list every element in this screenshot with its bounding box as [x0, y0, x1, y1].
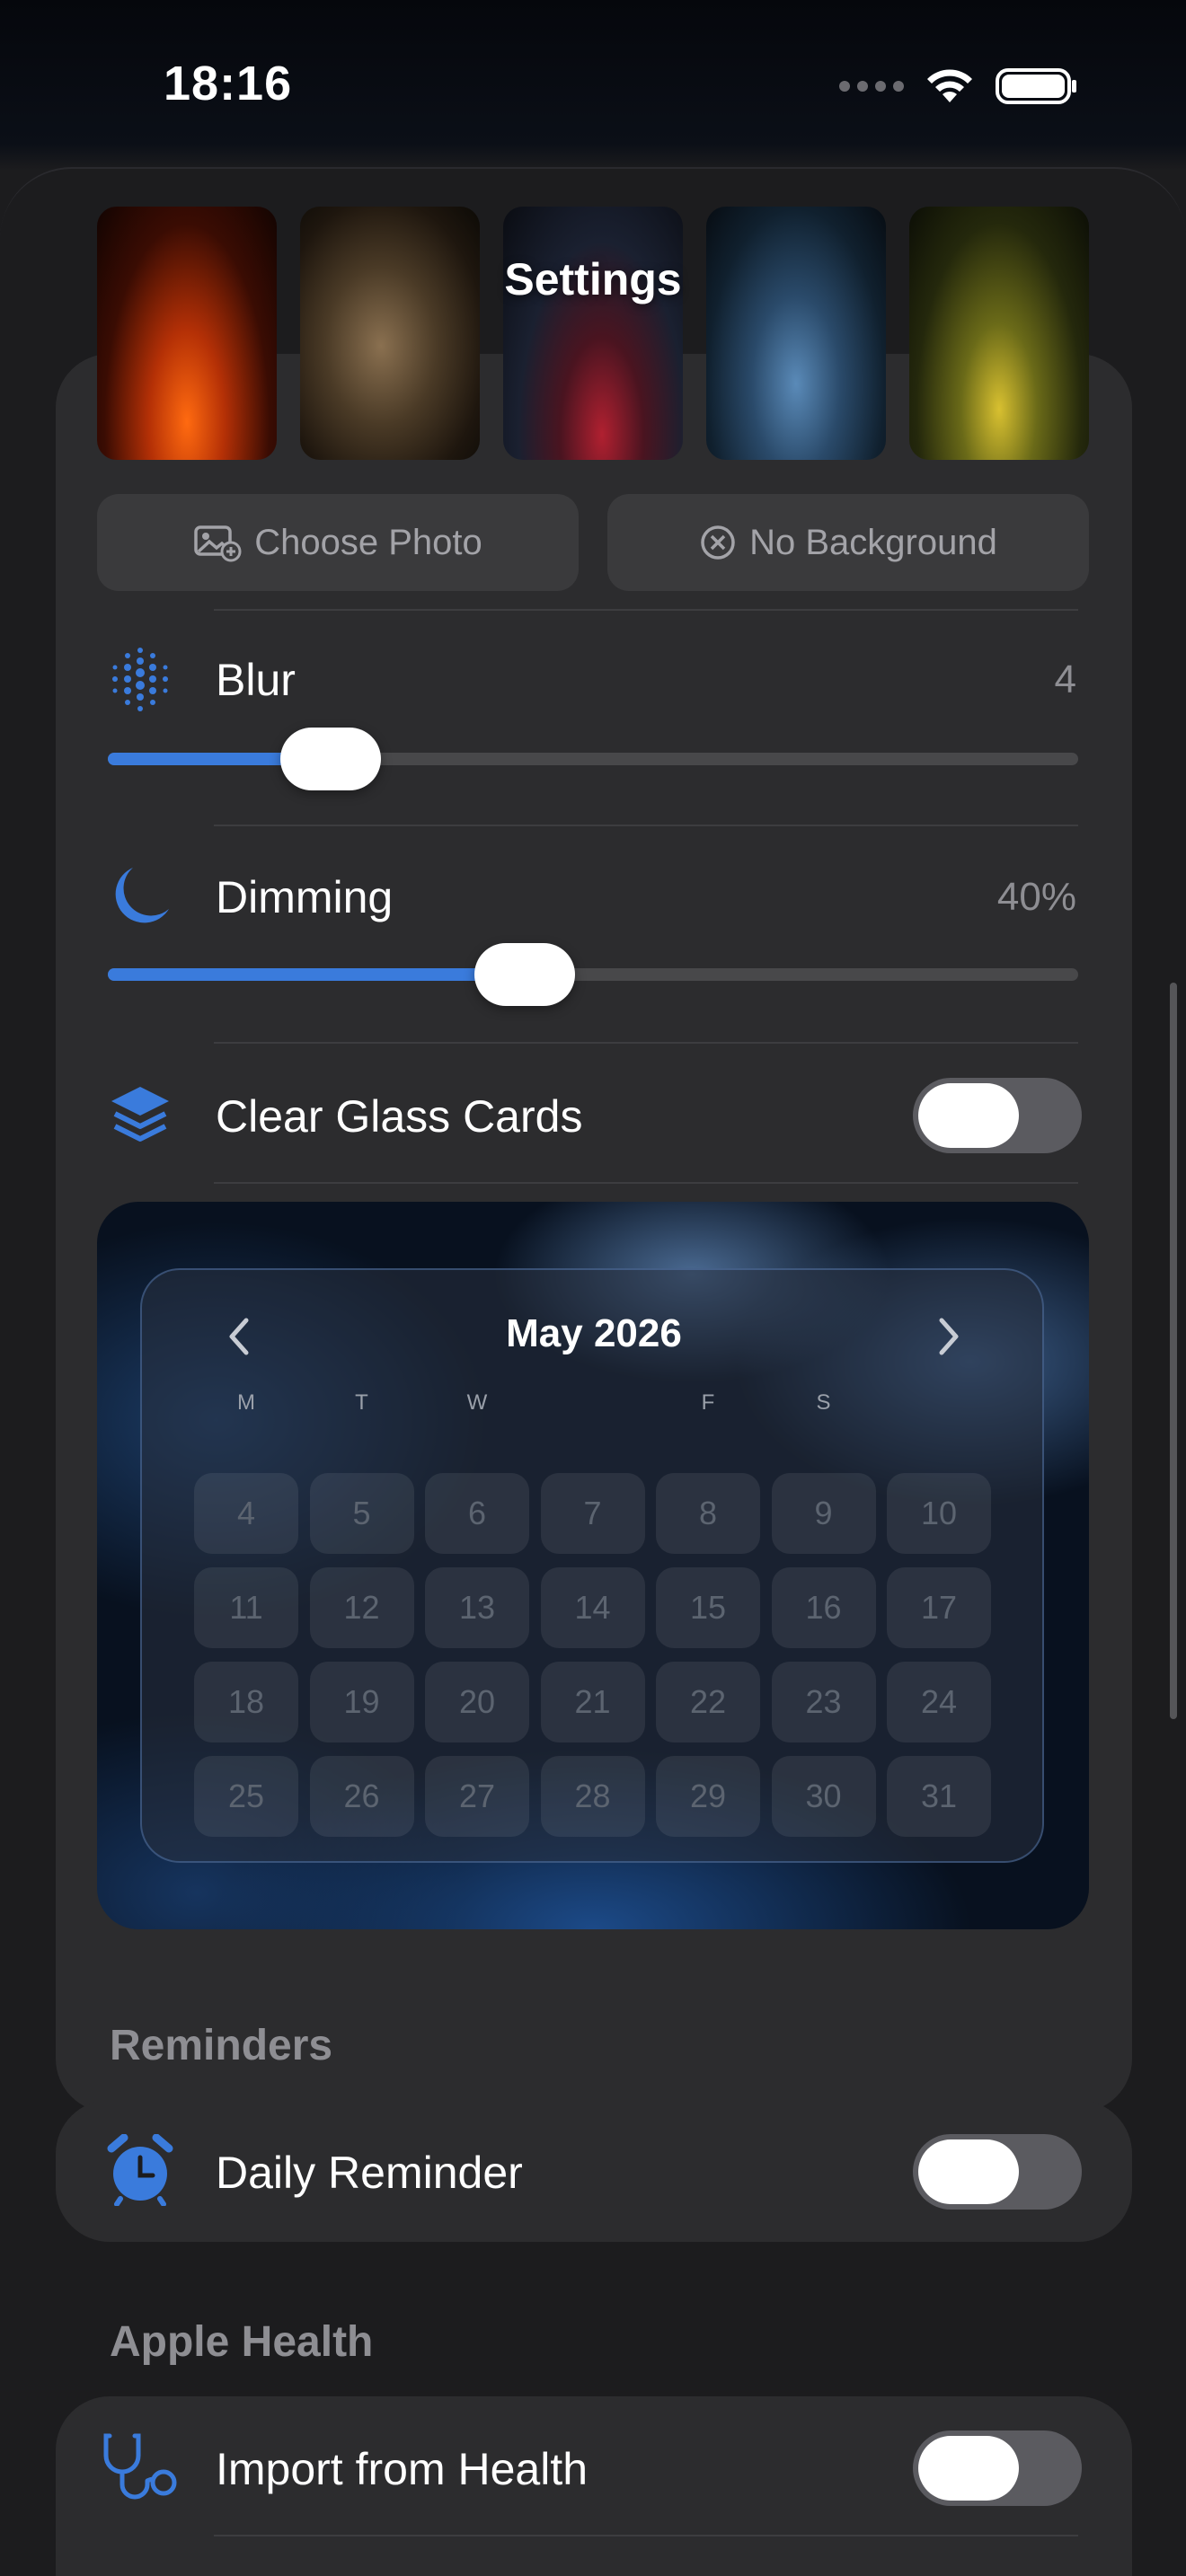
calendar-day: 22: [656, 1662, 760, 1742]
daily-reminder-toggle[interactable]: [913, 2134, 1082, 2210]
settings-screen: 18:16 Settings Choose Photo No Backgroun…: [0, 0, 1186, 2576]
divider: [214, 1042, 1078, 1044]
blur-value: 4: [1054, 657, 1076, 701]
calendar-day: 31: [887, 1756, 991, 1837]
calendar-day: 16: [771, 1567, 876, 1648]
blur-slider-thumb[interactable]: [280, 728, 382, 790]
background-thumb-4[interactable]: [706, 207, 886, 460]
blur-icon: [112, 648, 168, 711]
weekday-label: T: [355, 1390, 368, 1415]
layers-icon: [111, 1087, 169, 1142]
battery-icon: [996, 68, 1076, 104]
choose-photo-button[interactable]: Choose Photo: [97, 494, 579, 591]
toggle-knob: [918, 1083, 1019, 1148]
calendar-day: 8: [656, 1473, 760, 1554]
calendar-day: 15: [656, 1567, 760, 1648]
background-thumbnails: [97, 207, 1089, 460]
import-health-toggle[interactable]: [913, 2430, 1082, 2506]
background-thumb-1[interactable]: [97, 207, 277, 460]
reminders-header: Reminders: [110, 2022, 333, 2069]
background-thumb-3[interactable]: [503, 207, 683, 460]
calendar-day: 11: [194, 1567, 298, 1648]
calendar-day: 20: [425, 1662, 529, 1742]
calendar-day: 6: [425, 1473, 529, 1554]
status-indicators: [839, 66, 1078, 106]
dimming-slider[interactable]: [108, 968, 1078, 981]
weekday-label: M: [237, 1390, 255, 1415]
calendar-day: 4: [194, 1473, 298, 1554]
scrollbar[interactable]: [1170, 983, 1177, 1719]
blur-slider[interactable]: [108, 753, 1078, 765]
divider: [214, 2535, 1078, 2536]
toggle-knob: [918, 2139, 1019, 2204]
calendar-day: 30: [771, 1756, 876, 1837]
clear-glass-label: Clear Glass Cards: [216, 1091, 583, 1142]
alarm-clock-icon: [107, 2134, 173, 2206]
no-background-label: No Background: [749, 522, 997, 562]
divider: [214, 1182, 1078, 1184]
calendar-day: 13: [425, 1567, 529, 1648]
chevron-right-icon: [939, 1318, 959, 1355]
divider: [214, 609, 1078, 611]
calendar-day: 17: [887, 1567, 991, 1648]
dimming-slider-thumb[interactable]: [474, 943, 576, 1006]
apple-health-header: Apple Health: [110, 2318, 374, 2366]
calendar-month-title: May 2026: [506, 1311, 682, 1355]
toggle-knob: [918, 2436, 1019, 2501]
stethoscope-icon: [103, 2433, 177, 2500]
background-thumb-2[interactable]: [300, 207, 480, 460]
xmark-circle-icon: [701, 525, 735, 560]
calendar-day: 18: [194, 1662, 298, 1742]
calendar-day: 28: [540, 1756, 645, 1837]
calendar-day: 21: [540, 1662, 645, 1742]
daily-reminder-label: Daily Reminder: [216, 2148, 523, 2198]
preview-calendar-card: May 2026 M T W F S 4 5 6 7 8 9 10 11 12 13 14 15 16 17 18 19…: [140, 1268, 1044, 1863]
calendar-day: 5: [309, 1473, 414, 1554]
dimming-value: 40%: [996, 875, 1076, 919]
calendar-day: 12: [309, 1567, 414, 1648]
calendar-day: 24: [887, 1662, 991, 1742]
blur-label: Blur: [216, 655, 296, 705]
background-preview: May 2026 M T W F S 4 5 6 7 8 9 10 11 12 13 14 15 16 17 18 19…: [97, 1202, 1089, 1929]
calendar-day: 29: [656, 1756, 760, 1837]
cellular-signal-icon: [839, 81, 904, 92]
calendar-day: 9: [771, 1473, 876, 1554]
calendar-day: 14: [540, 1567, 645, 1648]
calendar-day: 10: [887, 1473, 991, 1554]
photo-add-icon: [194, 525, 242, 562]
weekday-label: W: [466, 1390, 488, 1415]
calendar-day: 27: [425, 1756, 529, 1837]
calendar-day: 23: [771, 1662, 876, 1742]
status-time: 18:16: [164, 57, 293, 110]
calendar-day: 26: [309, 1756, 414, 1837]
clear-glass-toggle[interactable]: [913, 1078, 1082, 1153]
calendar-day: 7: [540, 1473, 645, 1554]
no-background-button[interactable]: No Background: [607, 494, 1089, 591]
calendar-day: 19: [309, 1662, 414, 1742]
calendar-day: 25: [194, 1756, 298, 1837]
weekday-label: F: [701, 1390, 715, 1415]
wifi-icon: [927, 69, 972, 102]
sheet-title: Settings: [504, 254, 682, 304]
choose-photo-label: Choose Photo: [254, 522, 482, 562]
background-thumb-5[interactable]: [909, 207, 1089, 460]
moon-icon: [115, 868, 169, 923]
import-health-label: Import from Health: [216, 2444, 589, 2494]
weekday-label: S: [816, 1390, 831, 1415]
divider: [214, 825, 1078, 826]
dimming-slider-fill: [108, 968, 526, 981]
dimming-label: Dimming: [216, 872, 394, 922]
